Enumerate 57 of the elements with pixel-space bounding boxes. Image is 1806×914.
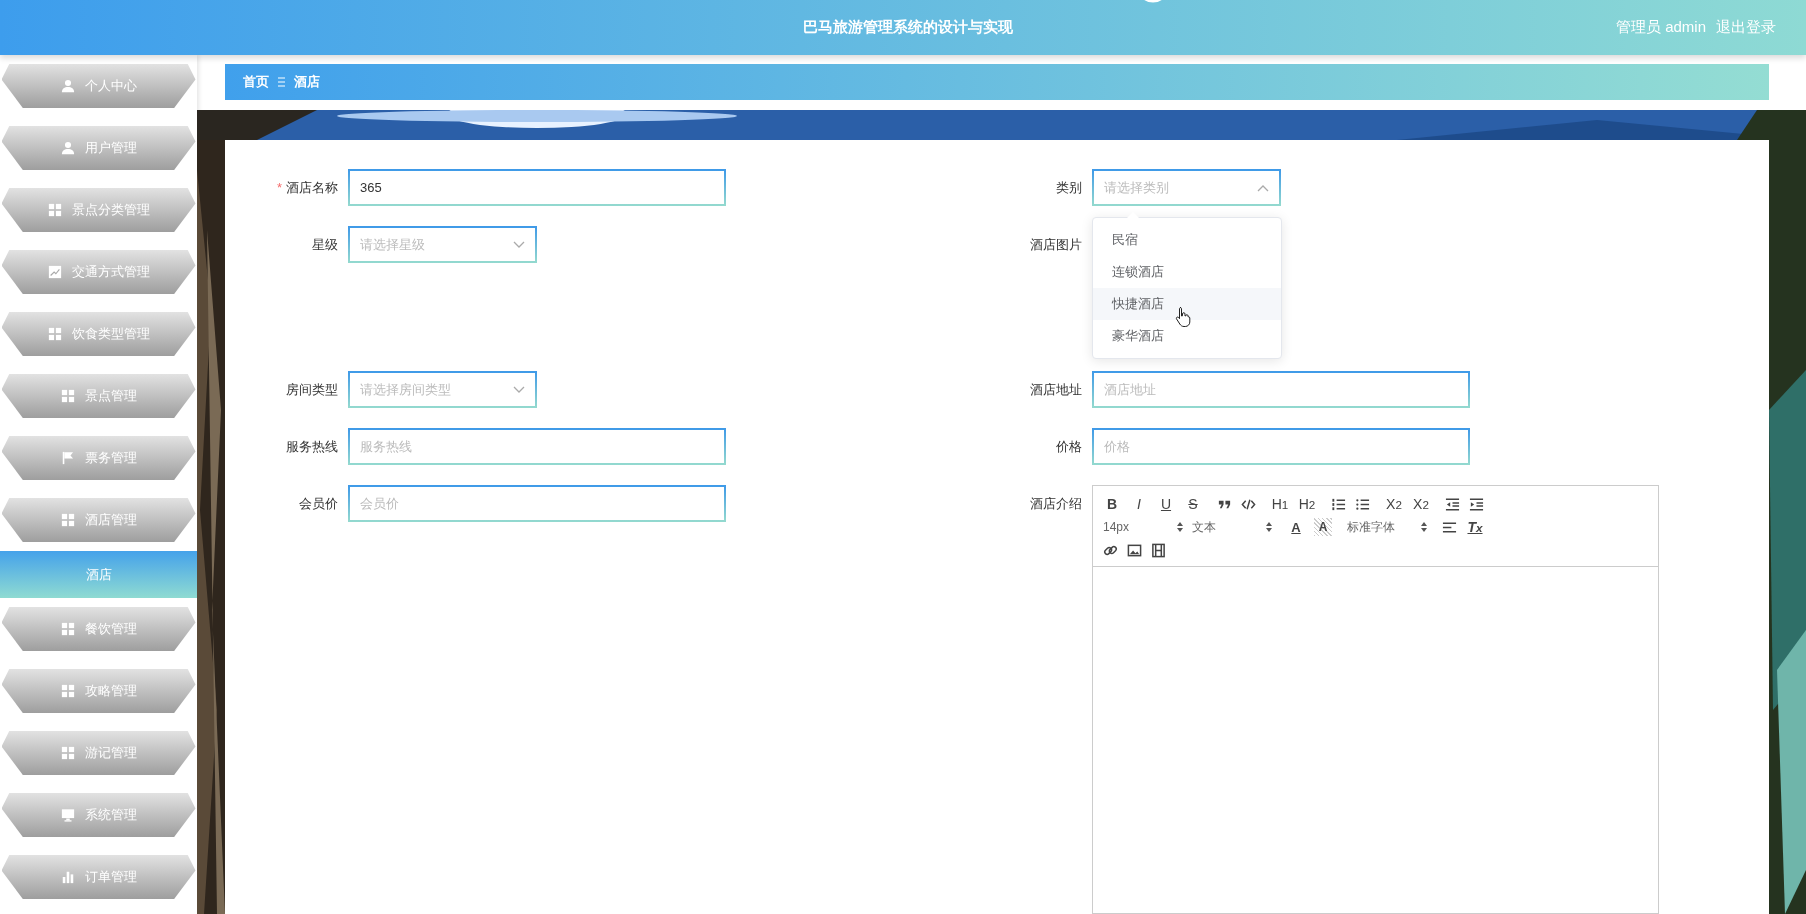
user-label: 管理员 admin bbox=[1615, 18, 1706, 37]
film-icon[interactable] bbox=[1151, 542, 1166, 558]
app-title: 巴马旅游管理系统的设计与实现 bbox=[802, 18, 1014, 37]
format-button[interactable]: S bbox=[1184, 495, 1202, 513]
text-field[interactable]: 价格 bbox=[1092, 428, 1470, 465]
field-label: 酒店介绍 bbox=[1029, 495, 1082, 513]
field-label: 酒店图片 bbox=[1029, 236, 1082, 254]
dropdown-option[interactable]: 快捷酒店 bbox=[1093, 288, 1281, 320]
monitor-icon bbox=[60, 808, 75, 822]
sort-arrows-icon bbox=[1266, 522, 1272, 532]
flag-icon bbox=[60, 451, 75, 465]
outdent-icon[interactable] bbox=[1445, 496, 1460, 512]
chevron-down-icon bbox=[513, 385, 525, 394]
numbered-list-icon[interactable] bbox=[1331, 496, 1346, 512]
text-field[interactable]: 服务热线 bbox=[348, 428, 726, 465]
format-button[interactable]: A bbox=[1314, 518, 1332, 536]
hand-cursor-icon bbox=[1175, 306, 1191, 328]
field-label: 类别 bbox=[1055, 179, 1082, 197]
format-select[interactable]: 标准字体 bbox=[1347, 518, 1427, 536]
dropdown-option[interactable]: 豪华酒店 bbox=[1093, 320, 1281, 352]
format-button[interactable]: A bbox=[1287, 518, 1305, 536]
grid-icon bbox=[60, 622, 75, 636]
format-select[interactable]: 14px bbox=[1103, 520, 1183, 534]
dropdown-option[interactable]: 民宿 bbox=[1093, 224, 1281, 256]
field-label: 服务热线 bbox=[285, 438, 338, 456]
image-icon[interactable] bbox=[1127, 542, 1142, 558]
format-button[interactable]: I bbox=[1130, 495, 1148, 513]
chevron-up-icon bbox=[1257, 183, 1269, 192]
text-field[interactable]: 会员价 bbox=[348, 485, 726, 522]
grid-icon bbox=[60, 684, 75, 698]
chart-icon bbox=[47, 265, 62, 279]
separator-icon bbox=[277, 77, 286, 87]
format-button[interactable]: U bbox=[1157, 495, 1175, 513]
bullet-list-icon[interactable] bbox=[1355, 496, 1370, 512]
dropdown-option[interactable]: 连锁酒店 bbox=[1093, 256, 1281, 288]
field-label: 酒店地址 bbox=[1029, 381, 1082, 399]
field-label: * 酒店名称 bbox=[275, 179, 338, 197]
field-label: 会员价 bbox=[298, 495, 338, 513]
text-field[interactable]: 酒店地址 bbox=[1092, 371, 1470, 408]
format-button[interactable]: B bbox=[1103, 495, 1121, 513]
field-label: 价格 bbox=[1055, 438, 1082, 456]
grid-icon bbox=[47, 203, 62, 217]
user-icon bbox=[60, 141, 75, 155]
field-label: 房间类型 bbox=[285, 381, 338, 399]
indent-icon[interactable] bbox=[1469, 496, 1484, 512]
field-label: 星级 bbox=[311, 236, 338, 254]
grid-icon bbox=[60, 513, 75, 527]
user-icon bbox=[60, 79, 75, 93]
sort-arrows-icon bbox=[1421, 522, 1427, 532]
chevron-down-icon bbox=[513, 240, 525, 249]
grid-icon bbox=[60, 746, 75, 760]
sort-arrows-icon bbox=[1177, 522, 1183, 532]
grid-icon bbox=[47, 327, 62, 341]
grid-icon bbox=[60, 389, 75, 403]
bar-chart-icon bbox=[60, 870, 75, 884]
text-field[interactable]: 365 bbox=[348, 169, 726, 206]
format-select[interactable]: 文本 bbox=[1192, 518, 1272, 536]
